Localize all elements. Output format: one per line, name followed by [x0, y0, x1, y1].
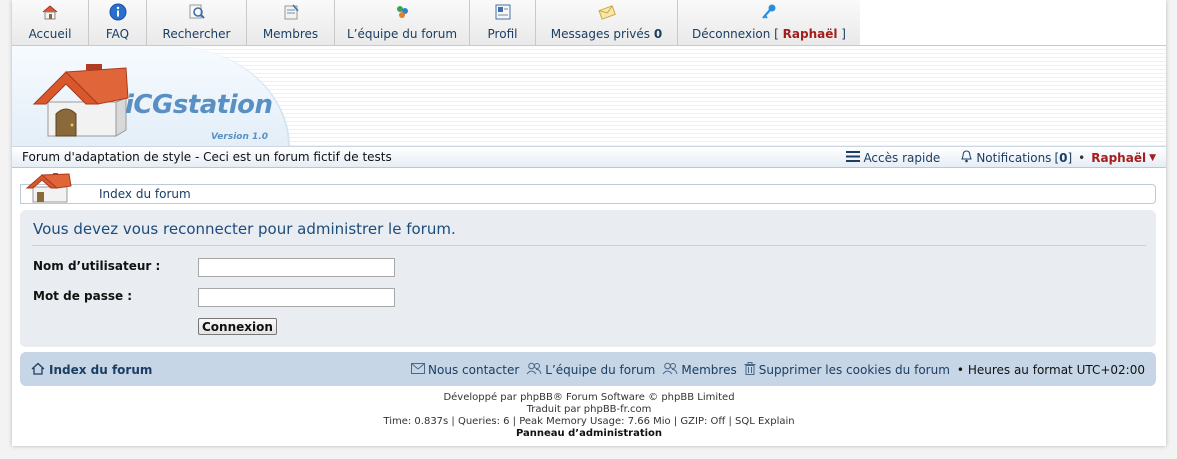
search-icon	[188, 3, 206, 21]
key-icon	[760, 3, 778, 21]
home-icon	[41, 3, 59, 21]
breadcrumb: Index du forum	[20, 173, 1156, 204]
nav-profile[interactable]: Profil	[470, 0, 536, 46]
notifications-link[interactable]: Notifications [0]	[960, 150, 1072, 166]
envelope-outline-icon	[411, 363, 426, 377]
user-menu[interactable]: Raphaël ▼	[1091, 151, 1156, 165]
footer-forum-index[interactable]: Index du forum	[31, 362, 152, 378]
trash-icon	[744, 362, 756, 378]
footer-navigation: Index du forum Nous contacter L’équipe d…	[20, 352, 1156, 386]
profile-icon	[494, 3, 512, 21]
nav-team[interactable]: L’équipe du forum	[335, 0, 470, 46]
notifications-count: 0	[1059, 151, 1068, 165]
debug-info: Time: 0.837s | Queries: 6 | Peak Memory …	[383, 416, 795, 427]
brand-title: iCGstation	[125, 90, 273, 120]
copyright-translation: Traduit par phpBB-fr.com	[526, 404, 652, 415]
header-username: Raphaël	[1091, 151, 1147, 165]
timezone-info: • Heures au format UTC+02:00	[956, 363, 1145, 377]
members-link[interactable]: Membres	[662, 362, 737, 378]
quick-access-link[interactable]: Accès rapide	[846, 151, 940, 165]
site-description: Forum d'adaptation de style - Ceci est u…	[22, 150, 392, 164]
login-button[interactable]: Connexion	[198, 318, 277, 335]
admin-panel-link[interactable]: Panneau d’administration	[12, 428, 1166, 440]
members-icon	[282, 3, 300, 21]
bell-icon	[960, 150, 973, 166]
delete-cookies-link[interactable]: Supprimer les cookies du forum	[744, 362, 950, 378]
sub-header-links: Accès rapide Notifications [0] • Raphaël…	[846, 150, 1156, 166]
login-divider	[32, 245, 1146, 246]
contact-link[interactable]: Nous contacter	[411, 363, 519, 377]
caret-down-icon: ▼	[1149, 153, 1156, 163]
username-input[interactable]	[198, 258, 395, 277]
nav-search[interactable]: Rechercher	[147, 0, 247, 46]
team-icon	[393, 3, 411, 21]
users-outline-icon	[526, 362, 542, 378]
nav-members[interactable]: Membres	[247, 0, 335, 46]
logout-username: Raphaël	[782, 27, 838, 41]
top-navigation-fill	[860, 0, 1166, 46]
home-outline-icon	[31, 362, 45, 378]
footer-links: Nous contacter L’équipe du forum Membres…	[411, 362, 1145, 378]
nav-home[interactable]: Accueil	[12, 0, 89, 46]
page: Accueil FAQ Rechercher Membres L’équipe …	[12, 0, 1166, 446]
pm-count: 0	[653, 27, 663, 41]
hamburger-icon	[846, 151, 861, 165]
copyright-phpbb: Développé par phpBB® Forum Software © ph…	[443, 392, 735, 403]
header-banner: iCGstation Version 1.0	[12, 46, 1166, 147]
users-outline-icon	[662, 362, 678, 378]
brand-version: Version 1.0	[211, 132, 268, 142]
password-label: Mot de passe :	[33, 289, 133, 303]
nav-private-messages[interactable]: Messages privés 0	[536, 0, 678, 46]
envelope-icon	[597, 3, 616, 21]
login-panel: Vous devez vous reconnecter pour adminis…	[20, 210, 1156, 347]
login-title: Vous devez vous reconnecter pour adminis…	[33, 220, 456, 238]
top-navigation: Accueil FAQ Rechercher Membres L’équipe …	[12, 0, 861, 46]
team-link[interactable]: L’équipe du forum	[526, 362, 655, 378]
password-input[interactable]	[198, 288, 395, 307]
breadcrumb-forum-index[interactable]: Index du forum	[99, 187, 191, 201]
breadcrumb-house-icon	[25, 171, 73, 206]
sub-header: Forum d'adaptation de style - Ceci est u…	[12, 147, 1166, 168]
nav-logout[interactable]: Déconnexion [ Raphaël ]	[678, 0, 861, 46]
copyright-block: Développé par phpBB® Forum Software © ph…	[12, 392, 1166, 440]
info-icon	[109, 3, 127, 21]
username-label: Nom d’utilisateur :	[33, 259, 161, 273]
nav-faq[interactable]: FAQ	[89, 0, 147, 46]
house-logo-icon	[30, 58, 130, 145]
